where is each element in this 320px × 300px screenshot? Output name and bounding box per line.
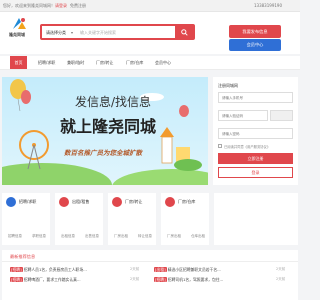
publish-button[interactable]: 我要发布信息 <box>229 25 281 38</box>
list-item[interactable]: [招聘] 招聘司机1名，驾照要求，包住... <box>154 277 223 283</box>
card-sub-2[interactable]: 转让信息 <box>138 234 152 239</box>
register-form: 注册同城网 已阅读并同意《用户服务协议》 立即注册 登录 <box>213 77 298 185</box>
card-label: 厂房/仓库 <box>178 199 196 204</box>
agree-checkbox[interactable] <box>218 144 222 148</box>
nav-parttime[interactable]: 兼职/临时 <box>67 60 84 66</box>
send-code-button[interactable] <box>270 110 293 121</box>
phone-text: 13383199190 <box>254 3 282 8</box>
item-tag: [出租] <box>154 267 167 272</box>
register-link[interactable]: 免费注册 <box>70 3 86 9</box>
logo-text: 隆尧同城 <box>9 32 25 37</box>
search-button[interactable] <box>175 26 193 38</box>
member-center-button[interactable]: 会员中心 <box>229 39 281 51</box>
card-sub-1[interactable]: 厂房出租 <box>114 234 128 239</box>
logo-icon[interactable] <box>12 17 27 31</box>
card-sub-2[interactable]: 求职信息 <box>32 234 46 239</box>
nav-jobs[interactable]: 招聘/求职 <box>38 60 55 66</box>
hero-banner[interactable]: 发信息/找信息 就上隆尧同城 数百名推广员为您全城扩散 <box>2 77 208 185</box>
banner-line-1: 发信息/找信息 <box>75 95 152 109</box>
nav-transfer[interactable]: 厂房/转让 <box>96 60 113 66</box>
search-input[interactable]: 输入关键字开始搜索 <box>80 30 116 36</box>
side-ad-box <box>214 193 298 245</box>
banner-line-2: 就上隆尧同城 <box>60 117 157 136</box>
category-card-jobs[interactable]: 招聘/求职 招聘信息 求职信息 <box>2 193 50 245</box>
item-time: 2天前 <box>130 267 140 271</box>
recommend-title: 最新推荐信息 <box>10 254 36 259</box>
briefcase-icon <box>6 197 16 207</box>
card-label: 招聘/求职 <box>19 199 37 204</box>
category-card-warehouse[interactable]: 厂房/仓库 厂房出租 仓库出租 <box>161 193 209 245</box>
divider <box>2 261 298 262</box>
item-text: 招聘司机1名，驾照要求，包住... <box>167 277 224 282</box>
register-submit-button[interactable]: 立即注册 <box>218 153 293 164</box>
category-card-rent[interactable]: 出租/租售 出租信息 出售信息 <box>55 193 103 245</box>
nav-member[interactable]: 会员中心 <box>155 60 171 66</box>
card-label: 出租/租售 <box>72 199 90 204</box>
item-text: 招聘人员1名，负责厨房员工人职场... <box>23 267 87 272</box>
warehouse-icon <box>165 197 175 207</box>
item-text: 招聘啤酒厂，要求工作踏实认真... <box>23 277 81 282</box>
login-link[interactable]: 请登录 <box>55 3 67 9</box>
top-bar: 您好，欢迎来到隆尧同城网！ 请登录 免费注册 13383199190 <box>0 0 300 12</box>
list-item[interactable]: [出租] 精选小区招聘兼职文员若干名... <box>154 267 221 273</box>
list-item[interactable]: [招聘] 招聘人员1名，负责厨房员工人职场... <box>10 267 87 273</box>
recommend-list: 最新推荐信息 [招聘] 招聘人员1名，负责厨房员工人职场... 2天前 [招聘]… <box>2 250 298 300</box>
card-sub-1[interactable]: 出租信息 <box>61 234 75 239</box>
search-icon <box>180 28 188 36</box>
item-time: 2天前 <box>276 277 286 281</box>
item-tag: [招聘] <box>10 277 23 282</box>
card-label: 厂房/转让 <box>125 199 143 204</box>
chevron-down-icon[interactable]: ▾ <box>71 30 73 35</box>
category-card-transfer[interactable]: 厂房/转让 厂房出租 转让信息 <box>108 193 156 245</box>
category-select[interactable]: 请选择分类 <box>46 30 66 36</box>
form-title: 注册同城网 <box>218 83 238 88</box>
item-time: 2天前 <box>130 277 140 281</box>
card-sub-1[interactable]: 招聘信息 <box>8 234 22 239</box>
item-tag: [招聘] <box>10 267 23 272</box>
agree-text: 已阅读并同意《用户服务协议》 <box>224 145 271 149</box>
house-icon <box>59 197 69 207</box>
search-bar: 请选择分类 ▾ 输入关键字开始搜索 <box>40 24 195 40</box>
nav-warehouse[interactable]: 厂房/仓库 <box>126 60 143 66</box>
password-input[interactable] <box>218 128 293 139</box>
main-nav: 首页 招聘/求职 兼职/临时 厂房/转让 厂房/仓库 会员中心 <box>0 56 300 70</box>
card-sub-1[interactable]: 厂房出租 <box>167 234 181 239</box>
code-input[interactable] <box>218 110 268 121</box>
phone-input[interactable] <box>218 92 293 103</box>
banner-line-3: 数百名推广员为您全城扩散 <box>64 149 142 157</box>
login-button[interactable]: 登录 <box>218 167 293 178</box>
card-sub-2[interactable]: 出售信息 <box>85 234 99 239</box>
welcome-text: 您好，欢迎来到隆尧同城网！ <box>3 3 55 8</box>
nav-home[interactable]: 首页 <box>10 56 27 69</box>
building-icon <box>112 197 122 207</box>
item-tag: [招聘] <box>154 277 167 282</box>
item-time: 2天前 <box>276 267 286 271</box>
item-text: 精选小区招聘兼职文员若干名... <box>167 267 221 272</box>
list-item[interactable]: [招聘] 招聘啤酒厂，要求工作踏实认真... <box>10 277 81 283</box>
card-sub-2[interactable]: 仓库出租 <box>191 234 205 239</box>
